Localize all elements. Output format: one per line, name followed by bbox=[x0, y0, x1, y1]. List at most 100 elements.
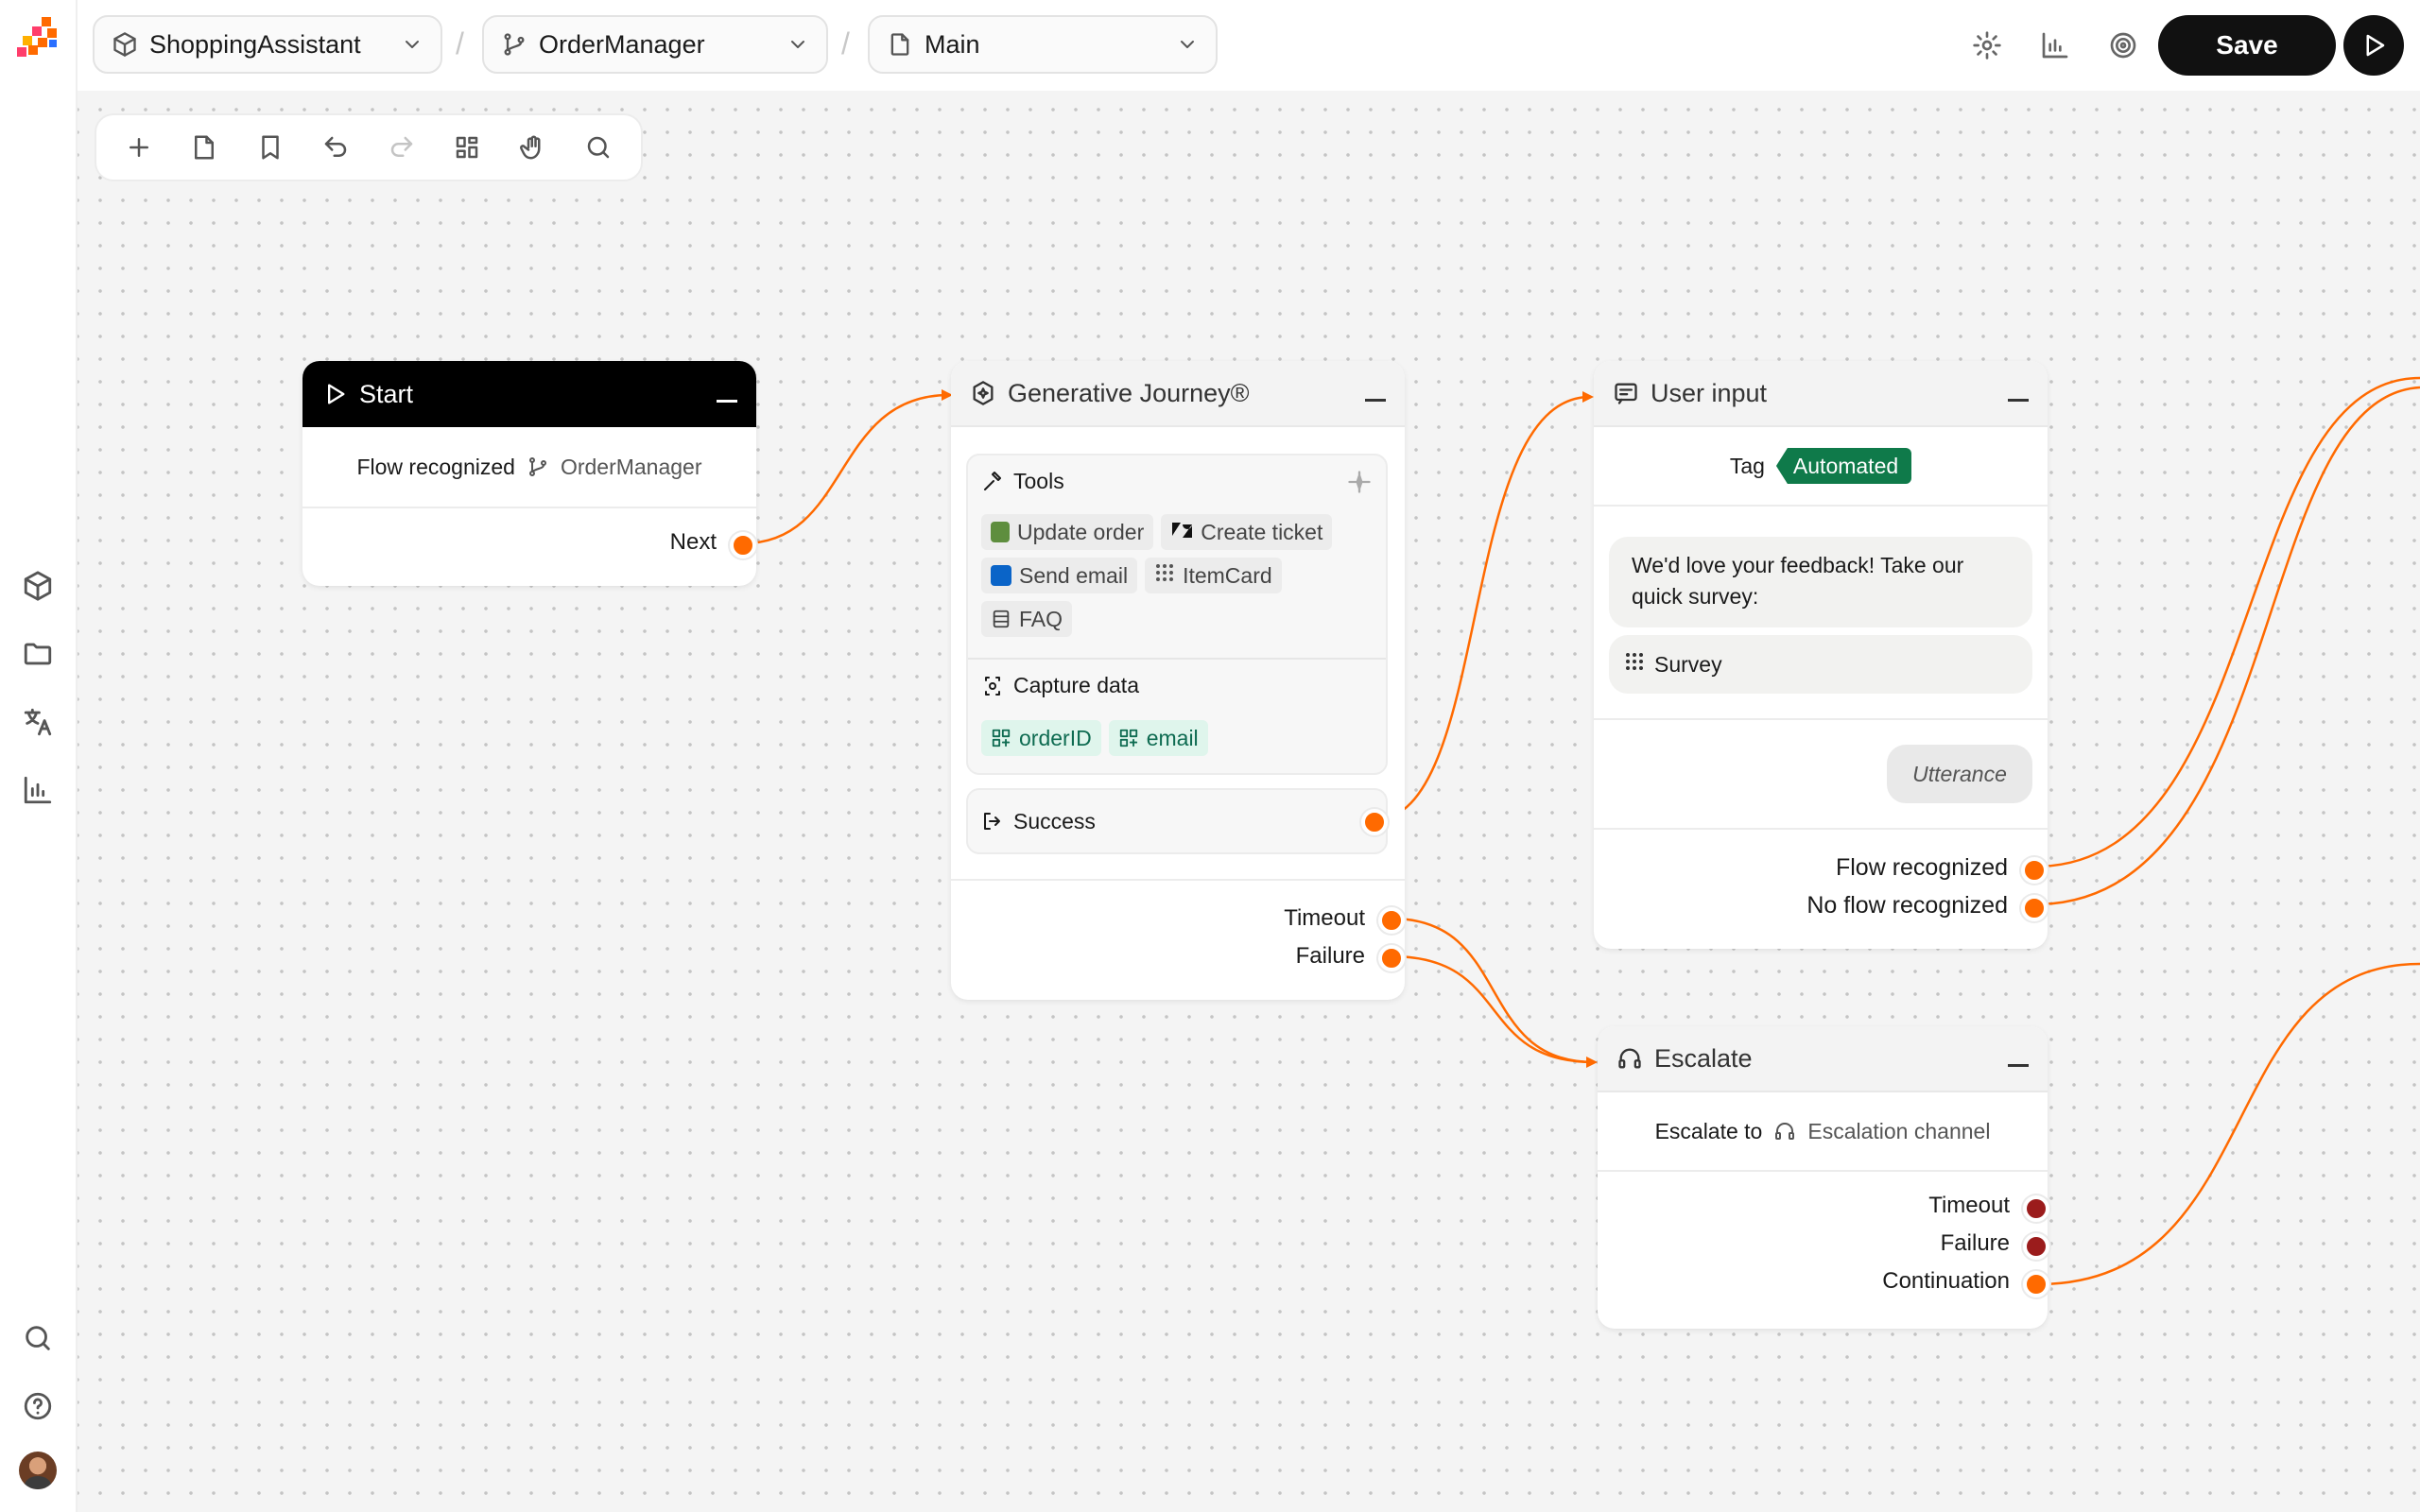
variable-icon bbox=[1118, 728, 1139, 748]
breadcrumb-separator: / bbox=[456, 26, 464, 60]
breadcrumb-flow[interactable]: OrderManager bbox=[482, 15, 828, 74]
output-port-timeout[interactable] bbox=[1378, 907, 1405, 934]
divider bbox=[1594, 828, 2048, 830]
minimize-icon[interactable] bbox=[2008, 398, 2029, 402]
target-icon[interactable] bbox=[2104, 26, 2142, 64]
capture-chip[interactable]: email bbox=[1108, 720, 1208, 756]
output-port-flow-recognized[interactable] bbox=[2021, 857, 2048, 884]
escalate-label: Escalate to bbox=[1654, 1118, 1763, 1143]
save-button[interactable]: Save bbox=[2158, 15, 2336, 76]
output-port-failure[interactable] bbox=[2023, 1233, 2049, 1260]
tool-chip[interactable]: ItemCard bbox=[1145, 558, 1282, 593]
output-label-failure: Failure bbox=[1295, 943, 1365, 969]
file-icon bbox=[887, 31, 913, 58]
divider bbox=[951, 879, 1405, 881]
tool-chip[interactable]: FAQ bbox=[981, 601, 1073, 637]
undo-icon[interactable] bbox=[317, 129, 354, 166]
node-escalate[interactable]: Escalate Escalate to Escalation channel … bbox=[1598, 1026, 2049, 1329]
help-icon[interactable] bbox=[19, 1387, 57, 1425]
grid-dots-icon bbox=[1624, 651, 1645, 678]
variable-icon bbox=[991, 728, 1011, 748]
tool-chip[interactable]: Send email bbox=[981, 558, 1138, 593]
message-icon bbox=[1613, 380, 1639, 406]
play-icon bbox=[2360, 31, 2388, 60]
breadcrumb-project[interactable]: ShoppingAssistant bbox=[93, 15, 442, 74]
folder-icon[interactable] bbox=[19, 635, 57, 673]
outlook-icon bbox=[991, 565, 1011, 586]
node-user-input[interactable]: User input Tag Automated We'd love your … bbox=[1594, 361, 2048, 949]
tag-badge[interactable]: Automated bbox=[1775, 448, 1912, 484]
stats-icon[interactable] bbox=[2036, 26, 2074, 64]
success-label: Success bbox=[1013, 808, 1096, 833]
cube-icon bbox=[112, 31, 138, 58]
output-label-next: Next bbox=[669, 529, 717, 555]
hand-icon[interactable] bbox=[514, 129, 552, 166]
analytics-icon[interactable] bbox=[19, 771, 57, 809]
sparkle-hex-icon bbox=[970, 380, 996, 406]
tools-list: Update order Create ticket Send email It… bbox=[981, 514, 1378, 637]
sparkle-icon[interactable] bbox=[1346, 469, 1373, 495]
shopify-icon bbox=[991, 522, 1010, 542]
breadcrumb-page[interactable]: Main bbox=[868, 15, 1218, 74]
capture-label: orderID bbox=[1019, 725, 1092, 750]
headset-icon bbox=[1616, 1045, 1643, 1072]
output-label-no-flow-recognized: No flow recognized bbox=[1806, 892, 2008, 919]
search-icon[interactable] bbox=[19, 1319, 57, 1357]
exit-icon bbox=[981, 810, 1004, 833]
minimize-icon[interactable] bbox=[2008, 1063, 2029, 1067]
redo-icon[interactable] bbox=[383, 129, 421, 166]
output-port-continuation[interactable] bbox=[2023, 1271, 2049, 1297]
capture-header: Capture data bbox=[981, 673, 1139, 698]
cube-icon[interactable] bbox=[19, 567, 57, 605]
search-icon[interactable] bbox=[579, 129, 617, 166]
top-bar: ShoppingAssistant / OrderManager / Main … bbox=[78, 0, 2420, 91]
flow-recognized-row: Flow recognized OrderManager bbox=[302, 427, 756, 508]
add-icon[interactable] bbox=[120, 129, 158, 166]
utterance-bubble: Utterance bbox=[1887, 745, 2032, 803]
run-button[interactable] bbox=[2343, 15, 2404, 76]
tool-chip[interactable]: Create ticket bbox=[1161, 514, 1333, 550]
tools-panel: Tools Update order Create ticket Send em… bbox=[966, 454, 1388, 775]
bookmark-icon[interactable] bbox=[251, 129, 289, 166]
survey-label: Survey bbox=[1654, 651, 1722, 677]
output-label-continuation: Continuation bbox=[1882, 1268, 2010, 1294]
breadcrumb-separator: / bbox=[841, 26, 850, 60]
output-label-flow-recognized: Flow recognized bbox=[1835, 854, 2008, 881]
layout-icon[interactable] bbox=[448, 129, 486, 166]
chevron-down-icon bbox=[786, 33, 809, 56]
capture-chip[interactable]: orderID bbox=[981, 720, 1101, 756]
translate-icon[interactable] bbox=[19, 703, 57, 741]
tag-row: Tag Automated bbox=[1594, 427, 2048, 507]
node-header[interactable]: Generative Journey® bbox=[951, 361, 1405, 427]
tools-header: Tools bbox=[981, 469, 1064, 494]
survey-item[interactable]: Survey bbox=[1609, 635, 2032, 694]
settings-icon[interactable] bbox=[1968, 26, 2006, 64]
tool-label: FAQ bbox=[1019, 606, 1063, 631]
minimize-icon[interactable] bbox=[1365, 398, 1386, 402]
flow-value: OrderManager bbox=[560, 454, 702, 479]
output-port-timeout[interactable] bbox=[2023, 1195, 2049, 1222]
node-header[interactable]: Escalate bbox=[1598, 1026, 2048, 1092]
node-generative-journey[interactable]: Generative Journey® Tools Update order C… bbox=[951, 361, 1405, 1000]
database-icon bbox=[991, 609, 1011, 629]
chevron-down-icon bbox=[401, 33, 424, 56]
minimize-icon[interactable] bbox=[717, 399, 737, 403]
canvas-toolbar bbox=[95, 113, 643, 181]
output-port-no-flow-recognized[interactable] bbox=[2021, 895, 2048, 921]
tool-label: Update order bbox=[1017, 519, 1145, 544]
tool-label: ItemCard bbox=[1183, 562, 1272, 588]
node-header[interactable]: Start bbox=[302, 361, 756, 427]
output-port-failure[interactable] bbox=[1378, 945, 1405, 971]
node-header[interactable]: User input bbox=[1594, 361, 2048, 427]
output-port-next[interactable] bbox=[730, 532, 756, 558]
breadcrumb-label: Main bbox=[925, 29, 980, 59]
app-logo[interactable] bbox=[13, 13, 62, 62]
output-port-success[interactable] bbox=[1361, 809, 1388, 835]
note-icon[interactable] bbox=[185, 129, 223, 166]
escalate-to-row: Escalate to Escalation channel bbox=[1598, 1092, 2048, 1172]
hammer-icon bbox=[981, 471, 1004, 493]
branch-icon bbox=[527, 455, 549, 478]
avatar[interactable] bbox=[19, 1452, 57, 1489]
tool-chip[interactable]: Update order bbox=[981, 514, 1154, 550]
node-start[interactable]: Start Flow recognized OrderManager Next bbox=[302, 361, 756, 586]
